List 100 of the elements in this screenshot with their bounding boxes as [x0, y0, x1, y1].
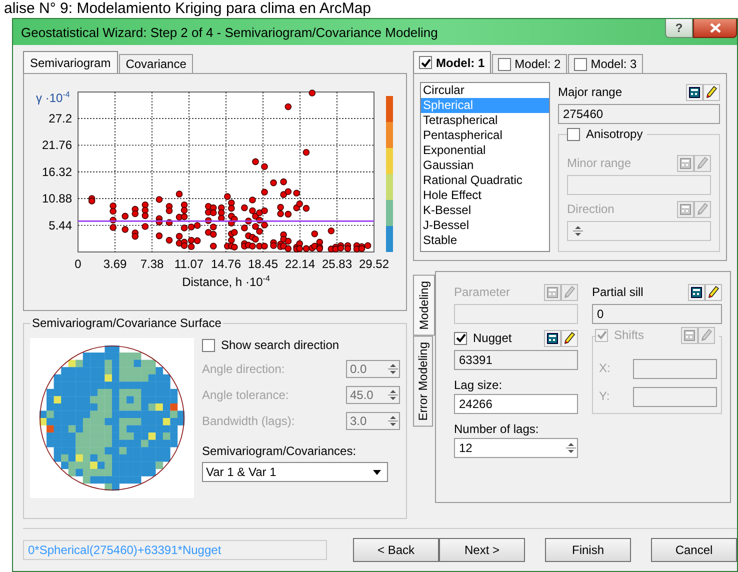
- pencil-button[interactable]: [705, 284, 722, 300]
- calculator-icon: [684, 330, 695, 340]
- pencil-icon: [697, 157, 708, 169]
- group-title: Semivariogram/Covariance Surface: [30, 316, 224, 330]
- calculator-button[interactable]: [686, 84, 703, 100]
- calculator-icon: [680, 158, 691, 168]
- caret-icon: [373, 470, 381, 474]
- spin-field[interactable]: 12: [454, 438, 578, 458]
- tick-label: 0: [74, 257, 82, 271]
- checkbox[interactable]: [498, 58, 511, 70]
- data-point: [280, 178, 287, 186]
- tab[interactable]: Error Modeling: [413, 336, 433, 426]
- wizard-button[interactable]: Cancel: [651, 538, 737, 562]
- tick-label: 25.83: [322, 257, 352, 271]
- wizard-button[interactable]: < Back: [353, 538, 439, 562]
- data-point: [252, 158, 259, 166]
- list-item[interactable]: Hole Effect: [421, 188, 549, 203]
- input-field[interactable]: [633, 387, 717, 407]
- field-label: X:: [599, 361, 610, 375]
- checkbox[interactable]: [454, 332, 467, 344]
- data-point: [166, 219, 173, 226]
- data-point: [210, 242, 217, 250]
- input-field[interactable]: 63391: [454, 350, 578, 370]
- checkbox[interactable]: [574, 58, 587, 70]
- tick-label: 3.69: [103, 257, 127, 271]
- dropdown[interactable]: Var 1 & Var 1: [202, 462, 388, 482]
- data-point: [302, 148, 310, 156]
- tab[interactable]: Semivariogram: [23, 51, 118, 73]
- checkbox-label: Shifts: [614, 328, 644, 342]
- data-point: [156, 196, 163, 203]
- calculator-icon: [547, 332, 558, 344]
- pencil-icon: [564, 332, 575, 344]
- list-item[interactable]: Rational Quadratic: [421, 173, 549, 188]
- close-button[interactable]: [693, 19, 737, 38]
- calculator-button[interactable]: [544, 330, 561, 346]
- checkbox[interactable]: [202, 338, 215, 352]
- field-label: Major range: [558, 85, 622, 99]
- input-field[interactable]: 0: [592, 304, 722, 324]
- input-field[interactable]: 24266: [454, 394, 578, 414]
- calculator-icon: [680, 204, 691, 214]
- tick-label: 18.45: [248, 257, 278, 271]
- formula-field: 0*Spherical(275460)+63391*Nugget: [23, 540, 327, 560]
- tick-label: 14.76: [210, 257, 242, 271]
- spin-arrows-icon[interactable]: [565, 440, 577, 456]
- help-button[interactable]: ?: [665, 19, 693, 38]
- field-label: Partial sill: [592, 285, 644, 299]
- document-heading: alise N° 9: Modelamiento Kriging para clima en ArcMap: [3, 0, 372, 18]
- checkbox[interactable]: [419, 56, 432, 69]
- tick-label: 5.44: [48, 218, 72, 232]
- axis-title: Distance, h ·10$^{-4}$: [182, 274, 270, 289]
- pencil-button[interactable]: [561, 330, 578, 346]
- input-field[interactable]: [633, 359, 717, 379]
- axis-title: γ ·10$^{-4}$: [36, 90, 70, 105]
- checkbox-label: Nugget: [473, 331, 512, 345]
- calculator-button[interactable]: [688, 284, 705, 300]
- window-title: Geostatistical Wizard: Step 2 of 4 - Semivariogram/Covariance Modeling: [21, 24, 438, 40]
- list-item[interactable]: Tetraspherical: [421, 113, 549, 128]
- list-item[interactable]: J-Bessel: [421, 218, 549, 233]
- field-label: Angle direction:: [202, 362, 285, 376]
- list-item[interactable]: Pentaspherical: [421, 128, 549, 143]
- checkbox[interactable]: [567, 128, 580, 140]
- input-field[interactable]: 275460: [558, 104, 720, 124]
- wizard-button[interactable]: Finish: [545, 538, 631, 562]
- dropdown-label: Semivariogram/Covariances:: [202, 444, 358, 458]
- data-point: [122, 226, 129, 233]
- tick-label: 16.32: [42, 164, 72, 179]
- calculator-icon: [547, 286, 558, 298]
- tick-label: 10.88: [42, 192, 72, 206]
- data-point: [142, 223, 149, 230]
- list-item[interactable]: Gaussian: [421, 158, 549, 173]
- close-icon: [710, 23, 720, 33]
- tick-label: 29.52: [358, 257, 390, 271]
- tick-label: 11.07: [174, 257, 204, 271]
- tab[interactable]: Model: 3: [568, 54, 643, 73]
- field-label: Number of lags:: [454, 422, 540, 436]
- tab[interactable]: Model: 1: [413, 51, 491, 73]
- list-item[interactable]: Circular: [421, 83, 549, 98]
- list-item[interactable]: K-Bessel: [421, 203, 549, 218]
- field-label: Lag size:: [454, 378, 504, 392]
- data-point: [308, 90, 316, 96]
- pencil-icon: [697, 203, 708, 215]
- data-point: [328, 228, 335, 234]
- tab[interactable]: Model: 2: [492, 54, 567, 73]
- tick-label: 27.2: [48, 112, 72, 126]
- data-point: [270, 179, 277, 186]
- data-point: [284, 103, 292, 110]
- pencil-button[interactable]: [703, 84, 720, 100]
- tab[interactable]: Modeling: [413, 275, 435, 336]
- list-item[interactable]: Stable: [421, 233, 549, 248]
- checkbox-label: Anisotropy: [586, 127, 643, 141]
- pencil-icon: [708, 286, 719, 298]
- data-point: [166, 236, 173, 244]
- list-item[interactable]: Exponential: [421, 143, 549, 158]
- tab[interactable]: Covariance: [118, 54, 194, 73]
- tick-label: 7.38: [140, 257, 164, 271]
- pencil-icon: [706, 86, 717, 98]
- wizard-button[interactable]: Next >: [439, 538, 525, 562]
- calculator-icon: [691, 286, 702, 298]
- data-point: [156, 232, 163, 240]
- checkbox-label: Show search direction: [221, 338, 340, 352]
